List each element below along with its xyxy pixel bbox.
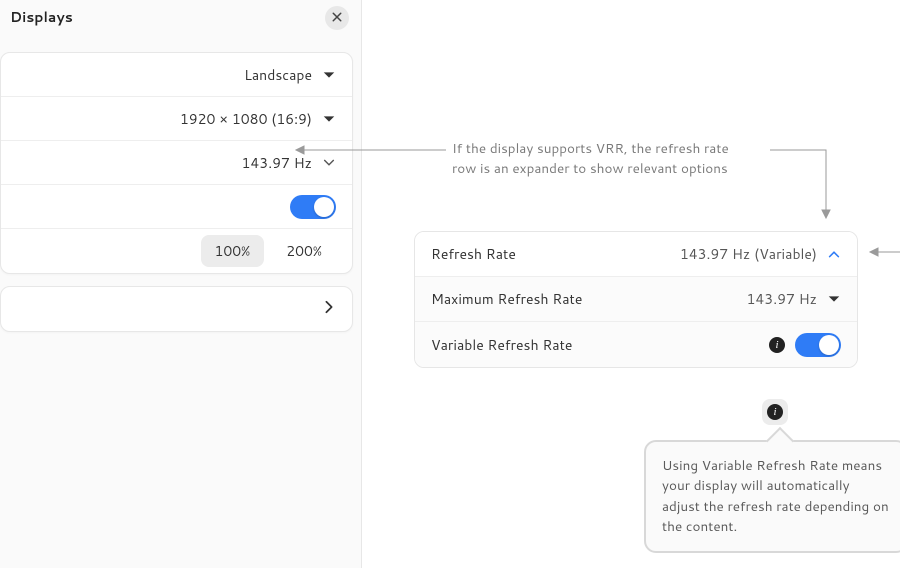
info-chip[interactable]: i [762,399,788,425]
refresh-rate-summary: 143.97 Hz (Variable) [680,244,817,264]
dropdown-icon [827,292,841,306]
max-refresh-value: 143.97 Hz [747,289,817,309]
vrr-tooltip: Using Variable Refresh Rate means your d… [644,440,900,553]
chevron-up-icon [827,247,841,261]
max-refresh-row[interactable]: Maximum Refresh Rate 143.97 Hz [415,277,857,322]
vrr-label: Variable Refresh Rate [431,335,572,355]
vrr-row: Variable Refresh Rate i [415,322,857,367]
info-icon: i [767,404,783,420]
info-icon[interactable]: i [769,337,785,353]
refresh-rate-expander: Refresh Rate 143.97 Hz (Variable) Maximu… [414,231,858,368]
refresh-rate-label: Refresh Rate [431,244,516,264]
refresh-rate-header-row[interactable]: Refresh Rate 143.97 Hz (Variable) [415,232,857,277]
tooltip-text: Using Variable Refresh Rate means your d… [662,456,889,536]
vrr-toggle[interactable] [795,333,841,357]
max-refresh-label: Maximum Refresh Rate [431,289,582,309]
